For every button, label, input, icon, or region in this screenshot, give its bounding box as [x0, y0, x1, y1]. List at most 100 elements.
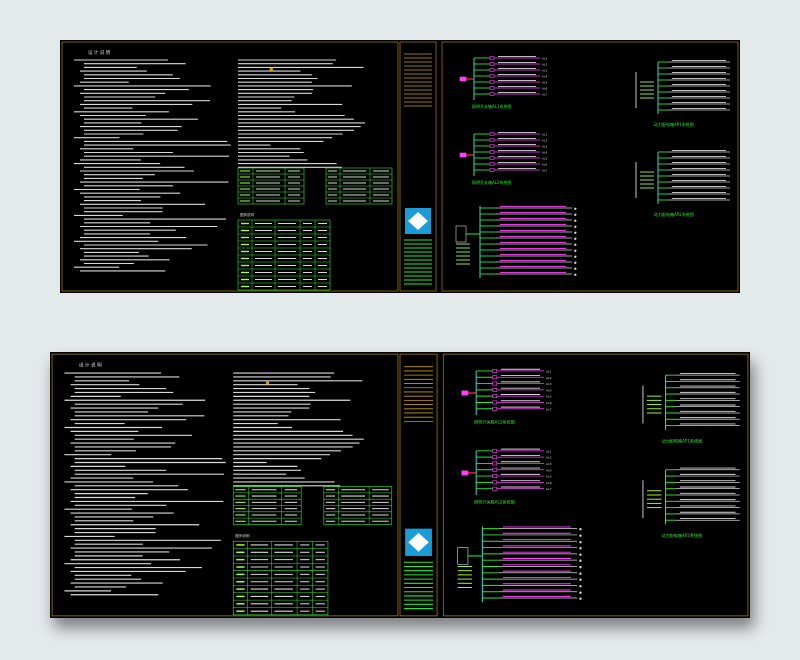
circuit-end: ● — [574, 219, 577, 223]
circuit-end: ● — [579, 597, 582, 601]
meter-box — [455, 225, 467, 243]
breaker — [489, 68, 495, 72]
breaker — [492, 461, 498, 466]
circuit-id: AL6 — [546, 481, 552, 485]
breaker — [489, 132, 495, 136]
circuit-id: AL5 — [542, 157, 547, 161]
system-diagram-al1: AL1 AL2 AL3 AL4 AL5 AL6 AL7 照明开关箱AL1系统图 — [459, 55, 547, 109]
circuit-id: AL4 — [542, 75, 547, 79]
system-sheet: AL1AL2AL3AL4AL5AL6AL7照明开关箱AL1系统图AL1AL2AL… — [441, 41, 739, 292]
breaker — [492, 381, 498, 386]
circuit-end: ● — [574, 249, 577, 253]
breaker-main — [459, 152, 467, 158]
marker — [265, 381, 270, 385]
legend-table-1 — [237, 167, 305, 205]
breaker — [492, 448, 498, 453]
circuit-id: AL7 — [542, 169, 547, 173]
system-diagram-main: ● ● ● ● ● ● ● ● ● ● ● ● — [455, 205, 577, 278]
circuit-end: ● — [574, 261, 577, 265]
circuit-end: ● — [574, 225, 577, 229]
breaker — [492, 369, 498, 373]
circuit-id: AL2 — [542, 139, 547, 143]
system-diagram-al2: AL1 AL2 AL3 AL4 AL5 AL6 AL7 照明开关箱AL2系统图 — [459, 131, 547, 185]
system-diagram-ap1: 动力配电箱AP1系统图 — [642, 372, 740, 443]
circuit-end: ● — [574, 237, 577, 241]
diagram-label: 动力配电箱AP2系统图 — [654, 211, 694, 217]
cad-sheet-bottom: 设 计 说 明图例说明 AL1 AL2 AL3 AL4 AL5 AL6 AL7 照明开关箱AL1… — [50, 352, 750, 618]
circuit-id: AL4 — [542, 151, 547, 155]
system-diagram-al2: AL1 AL2 AL3 AL4 AL5 AL6 AL7 照明开关箱AL2系统图 — [461, 448, 552, 504]
breaker — [489, 56, 495, 60]
circuit-id: AL1 — [546, 369, 552, 373]
circuit-end: ● — [579, 540, 582, 544]
table-header: 图例说明 — [235, 533, 250, 538]
marker — [269, 67, 273, 71]
notes-sheet: 设 计 说 明图例说明 — [51, 353, 438, 617]
circuit-end: ● — [579, 565, 582, 569]
circuit-id: AL1 — [542, 57, 547, 61]
breaker-main — [459, 76, 467, 82]
breaker — [492, 474, 498, 478]
circuit-id: AL4 — [546, 468, 552, 472]
notes-title: 设 计 说 明 — [79, 362, 102, 369]
notes-title: 设 计 说 明 — [88, 49, 111, 56]
circuit-end: ● — [574, 243, 577, 247]
diagram-label: 动力配电箱AP1系统图 — [654, 121, 694, 127]
circuit-end: ● — [579, 527, 582, 531]
breaker — [492, 387, 498, 392]
system-diagram-ap2: 动力配电箱AP2系统图 — [635, 149, 730, 217]
breaker — [492, 406, 498, 411]
diagram-label: 动力配电箱AP1系统图 — [661, 437, 702, 443]
diagram-label: 照明开关箱AL2系统图 — [474, 498, 515, 504]
breaker — [492, 455, 498, 460]
circuit-id: AL7 — [542, 93, 547, 97]
system-sheet: AL1 AL2 AL3 AL4 AL5 AL6 AL7 照明开关箱AL1系统图AL1 AL2 AL… — [442, 353, 749, 617]
circuit-end: ● — [579, 546, 582, 550]
title-block-frame — [399, 353, 438, 617]
circuit-id: AL5 — [542, 81, 547, 85]
breaker — [489, 156, 495, 160]
title-block-left — [399, 41, 437, 292]
sheet-frame-right — [442, 353, 749, 617]
circuit-id: AL4 — [546, 388, 552, 392]
circuit-id: AL7 — [546, 407, 552, 411]
breaker — [492, 394, 498, 399]
circuit-end: ● — [574, 213, 577, 217]
circuit-end: ● — [574, 255, 577, 259]
breaker — [489, 74, 495, 78]
circuit-end: ● — [574, 231, 577, 235]
cad-drawing-bottom: 设 计 说 明图例说明 AL1 AL2 AL3 AL4 AL5 AL6 AL7 照明开关箱AL1… — [51, 353, 749, 617]
breaker — [489, 92, 495, 96]
notes-sheet: 设 计 说 明图例说明 — [61, 41, 437, 292]
breaker — [489, 138, 495, 142]
system-diagram-main: ● ● ● ● ● ● ● ● ● ● ● ● — [457, 526, 582, 603]
circuit-id: AL6 — [542, 87, 547, 91]
circuit-id: AL2 — [546, 376, 552, 380]
breaker — [489, 144, 495, 148]
circuit-id: AL5 — [546, 475, 552, 479]
circuit-end: ● — [579, 584, 582, 588]
meter-box — [457, 547, 469, 565]
circuit-end: ● — [574, 267, 577, 271]
circuit-id: AL6 — [542, 163, 547, 167]
legend-table-2 — [325, 167, 393, 205]
breaker — [492, 375, 498, 380]
sheet-frame-left — [61, 41, 399, 292]
breaker — [492, 467, 498, 472]
circuit-id: AL3 — [546, 462, 552, 466]
system-diagram-al1: AL1 AL2 AL3 AL4 AL5 AL6 AL7 照明开关箱AL1系统图 — [461, 368, 552, 425]
circuit-end: ● — [579, 590, 582, 594]
circuit-id: AL3 — [546, 382, 552, 386]
cad-drawing-top: 设 计 说 明图例说明 AL1 AL2 AL3 AL4 AL5 AL6 AL7 照明开关箱AL1… — [61, 41, 739, 292]
circuit-end: ● — [579, 578, 582, 582]
breaker — [492, 480, 498, 485]
sheet-frame-right — [441, 41, 739, 292]
legend-table-1 — [232, 486, 302, 525]
breaker — [489, 162, 495, 166]
breaker — [489, 62, 495, 66]
circuit-id: AL5 — [546, 395, 552, 399]
diagram-label: 照明开关箱AL2系统图 — [472, 179, 512, 185]
diagram-label: 照明开关箱AL1系统图 — [474, 418, 515, 424]
table-header: 图例说明 — [240, 212, 254, 217]
circuit-id: AL6 — [546, 401, 552, 405]
